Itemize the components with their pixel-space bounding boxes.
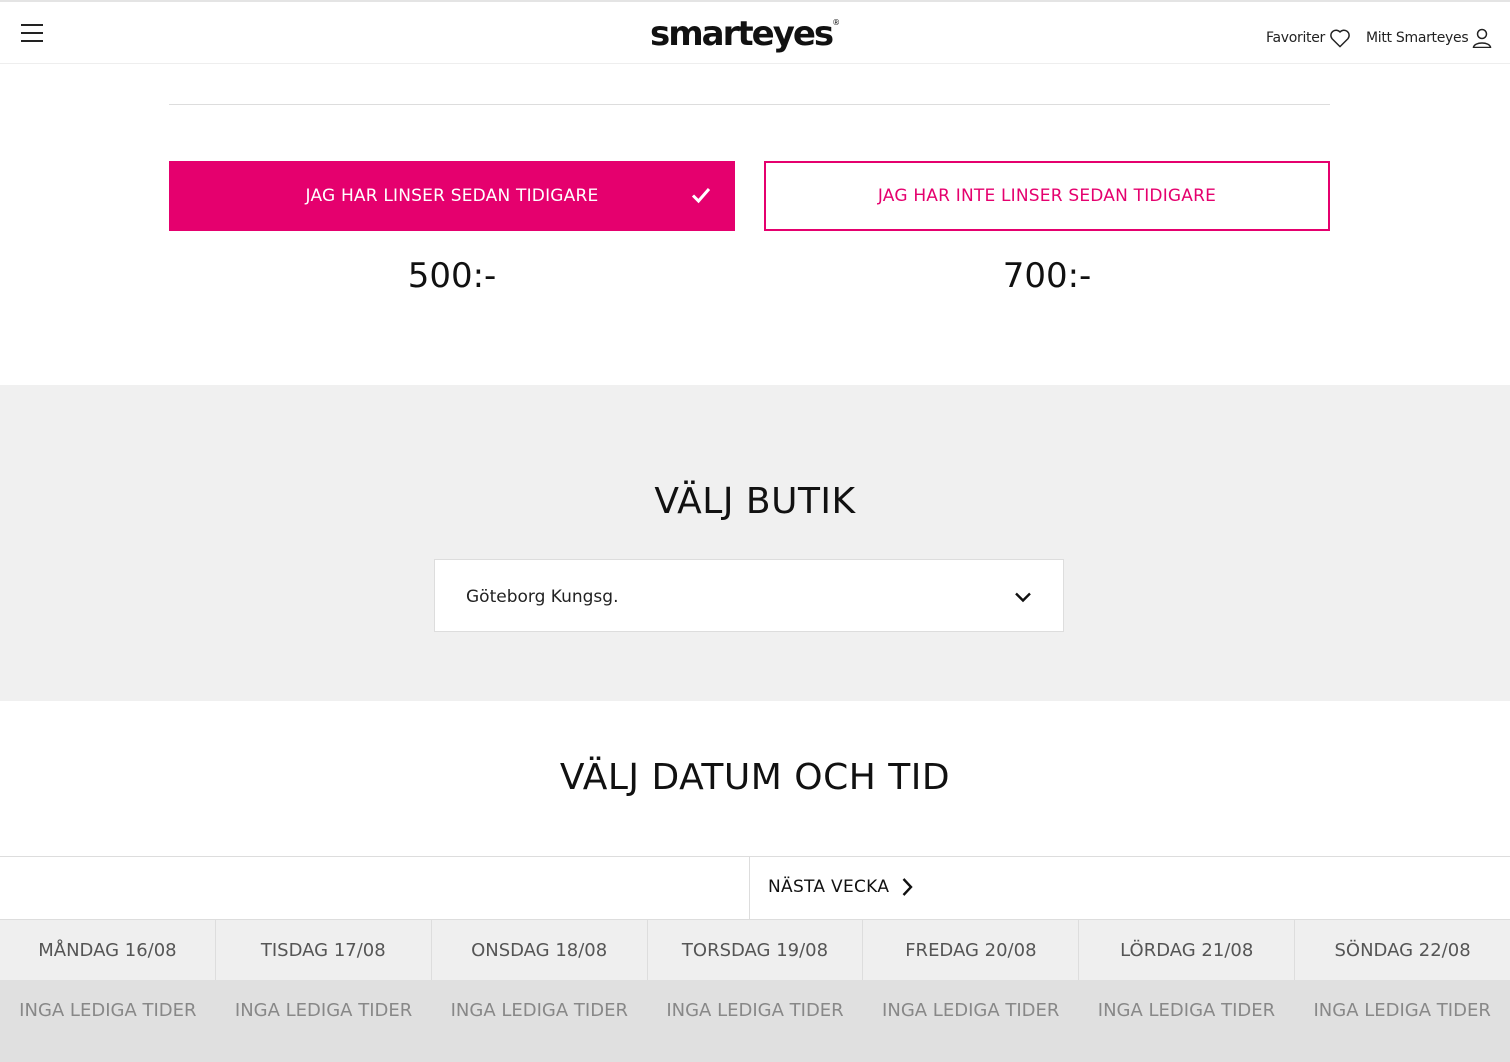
checkmark-icon	[691, 188, 711, 204]
availability-status: INGA LEDIGA TIDER	[666, 1000, 844, 1021]
availability-status: INGA LEDIGA TIDER	[450, 1000, 628, 1021]
week-nav-divider	[749, 857, 750, 919]
day-header: TISDAG 17/08	[216, 920, 432, 980]
availability-status: INGA LEDIGA TIDER	[19, 1000, 197, 1021]
next-week-label: NÄSTA VECKA	[768, 877, 890, 897]
option-has-lenses-label: JAG HAR LINSER SEDAN TIDIGARE	[305, 186, 599, 206]
option-no-lenses-label: JAG HAR INTE LINSER SEDAN TIDIGARE	[877, 186, 1217, 206]
chevron-right-icon	[902, 878, 913, 896]
logo[interactable]: smarteyes®	[650, 14, 840, 54]
hamburger-icon[interactable]	[21, 24, 43, 44]
schedule-title: VÄLJ DATUM OCH TID	[559, 757, 951, 798]
day-header: MÅNDAG 16/08	[0, 920, 216, 980]
site-header: smarteyes® Favoriter Mitt Smarteyes	[0, 0, 1510, 64]
favorites-link[interactable]: Favoriter	[1266, 28, 1351, 48]
price-no-lenses: 700:-	[1002, 256, 1092, 296]
week-navigation: NÄSTA VECKA	[0, 856, 1510, 920]
day-header: LÖRDAG 21/08	[1079, 920, 1296, 980]
price-has-lenses: 500:-	[407, 256, 497, 296]
availability-status: INGA LEDIGA TIDER	[1097, 1000, 1276, 1021]
option-has-lenses-button[interactable]: JAG HAR LINSER SEDAN TIDIGARE	[169, 161, 735, 231]
favorites-label: Favoriter	[1266, 30, 1326, 46]
option-no-lenses-button[interactable]: JAG HAR INTE LINSER SEDAN TIDIGARE	[764, 161, 1330, 231]
day-header: TORSDAG 19/08	[648, 920, 864, 980]
availability-status: INGA LEDIGA TIDER	[882, 1000, 1060, 1021]
chevron-down-icon	[1015, 592, 1031, 603]
availability-status: INGA LEDIGA TIDER	[234, 1000, 413, 1021]
availability-status: INGA LEDIGA TIDER	[1313, 1000, 1491, 1021]
user-icon	[1473, 28, 1492, 48]
account-link[interactable]: Mitt Smarteyes	[1366, 28, 1492, 48]
account-label: Mitt Smarteyes	[1366, 30, 1469, 46]
day-header: ONSDAG 18/08	[432, 920, 648, 980]
store-section: VÄLJ BUTIK Göteborg Kungsg.	[0, 385, 1510, 701]
heart-icon	[1330, 29, 1350, 48]
store-select[interactable]: Göteborg Kungsg.	[434, 559, 1064, 632]
next-week-button[interactable]: NÄSTA VECKA	[768, 877, 913, 897]
section-divider	[169, 104, 1330, 105]
store-select-value: Göteborg Kungsg.	[466, 587, 619, 607]
store-title: VÄLJ BUTIK	[654, 481, 856, 522]
availability-row: INGA LEDIGA TIDER INGA LEDIGA TIDER INGA…	[0, 980, 1510, 1062]
day-header: SÖNDAG 22/08	[1334, 939, 1471, 961]
day-header-row: MÅNDAG 16/08 TISDAG 17/08 ONSDAG 18/08 T…	[0, 920, 1510, 980]
day-header: FREDAG 20/08	[863, 920, 1080, 980]
